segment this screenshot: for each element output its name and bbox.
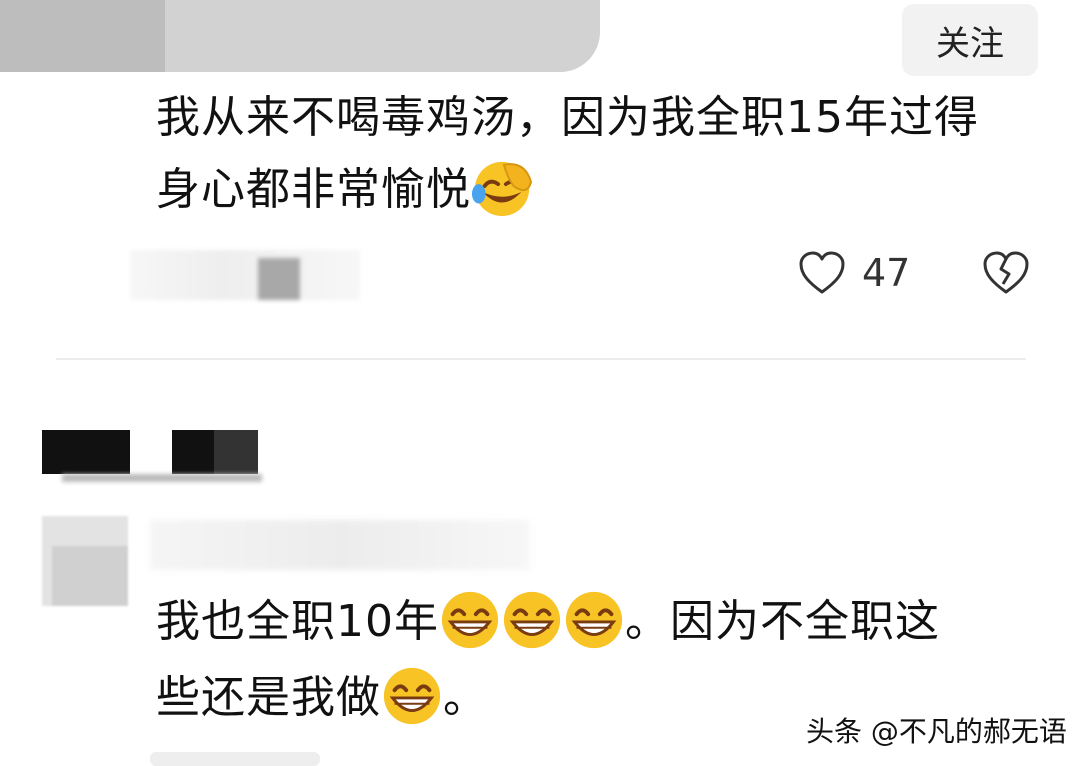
redacted-section-title xyxy=(42,430,262,482)
comment-2-line-2-tail: 。 xyxy=(443,672,488,723)
comment-divider xyxy=(56,358,1026,360)
redacted-comment-meta xyxy=(130,250,360,300)
grin-emoji-icon xyxy=(441,591,499,649)
redaction-bar xyxy=(42,430,130,474)
redacted-block xyxy=(258,258,300,300)
grin-emoji-icon xyxy=(565,591,623,649)
comment-2-line-1-text: 我也全职10年 xyxy=(156,596,439,647)
heart-icon[interactable] xyxy=(798,250,846,296)
broken-heart-icon[interactable] xyxy=(982,250,1030,296)
follow-button[interactable]: 关注 xyxy=(902,4,1038,76)
comment-2-line-2-text: 些还是我做 xyxy=(156,672,381,723)
comment-2-line-1-tail: 。因为不全职这 xyxy=(625,596,940,647)
grin-emoji-icon xyxy=(503,591,561,649)
watermark: 头条 @不凡的郝无语 xyxy=(806,715,1067,748)
comment-1-text-line-1: 我从来不喝毒鸡汤，因为我全职15年过得 xyxy=(156,92,979,143)
comment-2-text-line-1: 我也全职10年 。因为不全职这 xyxy=(156,586,940,658)
comment-1-line-2-text: 身心都非常愉悦 xyxy=(156,164,471,215)
laughing-emoji-icon xyxy=(471,161,533,217)
avatar-blur xyxy=(52,546,128,606)
like-count: 47 xyxy=(862,251,911,295)
redaction-residue xyxy=(62,474,262,482)
redacted-username-area xyxy=(0,0,600,72)
redacted-username xyxy=(150,520,530,570)
grin-emoji-icon xyxy=(383,667,441,725)
comment-1-text-line-2: 身心都非常愉悦 xyxy=(156,154,533,226)
redacted-avatar-block xyxy=(0,0,165,72)
avatar[interactable] xyxy=(42,516,128,606)
comment-2-text-line-2: 些还是我做 。 xyxy=(156,662,488,734)
redaction-bar xyxy=(214,430,258,474)
partial-meta-strip xyxy=(150,752,320,766)
